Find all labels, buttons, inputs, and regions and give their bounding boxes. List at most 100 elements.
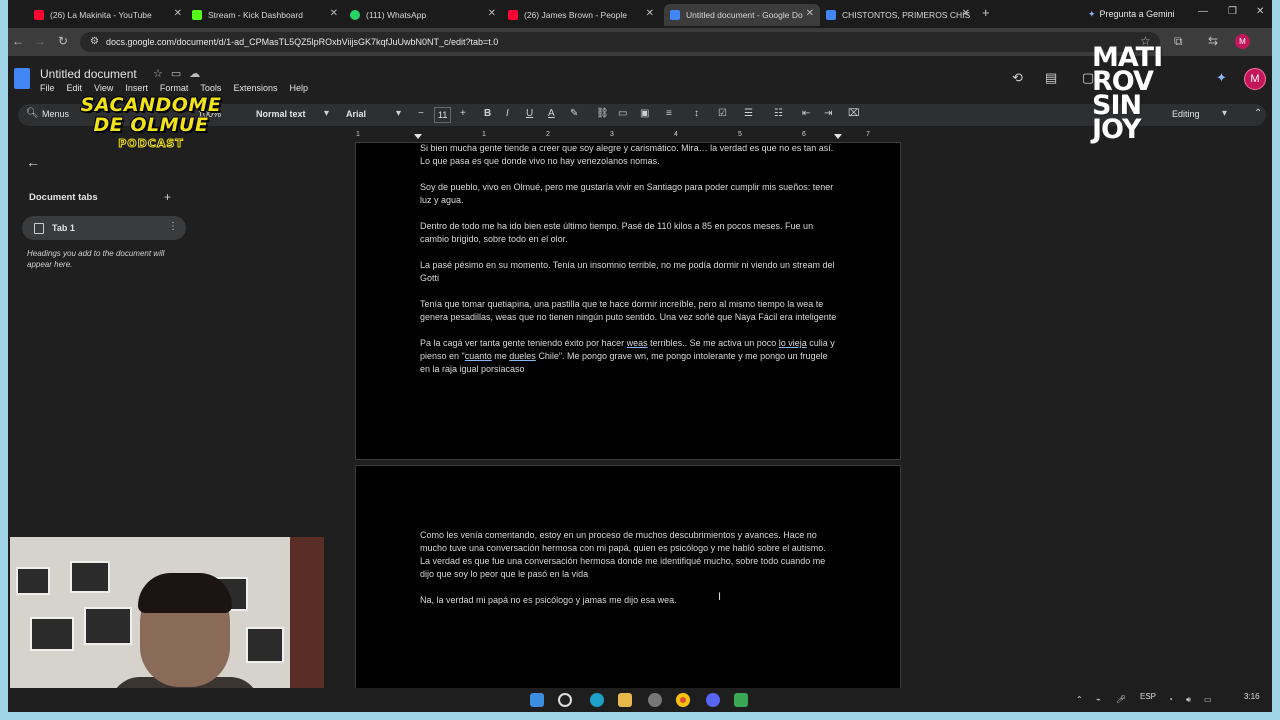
clear-formatting-icon[interactable]: ⌧: [848, 108, 860, 119]
search-menus-icon[interactable]: 🔍︎: [26, 108, 39, 119]
wifi-icon[interactable]: ◔: [1168, 695, 1173, 704]
collapse-toolbar-icon[interactable]: ⌃: [1254, 108, 1262, 119]
close-icon[interactable]: ✕: [646, 8, 654, 19]
close-icon[interactable]: ✕: [174, 8, 182, 19]
comments-icon[interactable]: ▤: [1045, 70, 1057, 86]
close-icon[interactable]: ✕: [806, 8, 814, 19]
browser-tab-kick[interactable]: Stream - Kick Dashboard ✕: [186, 4, 344, 26]
clock[interactable]: 3:16: [1244, 692, 1260, 701]
menu-tools[interactable]: Tools: [200, 83, 221, 93]
menu-edit[interactable]: Edit: [67, 83, 83, 93]
restore-icon[interactable]: ❐: [1228, 6, 1237, 17]
page-1-body[interactable]: Si bien mucha gente tiende a creer que s…: [420, 142, 838, 389]
line-spacing-icon[interactable]: ↕: [694, 108, 699, 119]
battery-icon[interactable]: ▭: [1204, 695, 1212, 704]
numbered-list-icon[interactable]: ☷: [774, 108, 783, 119]
microphone-icon[interactable]: 🎤︎: [1116, 695, 1126, 704]
menu-insert[interactable]: Insert: [125, 83, 148, 93]
paragraph[interactable]: Si bien mucha gente tiende a creer que s…: [420, 142, 838, 168]
docs-logo-icon[interactable]: [14, 68, 30, 89]
paragraph[interactable]: La pasé pésimo en su momento. Tenía un i…: [420, 259, 838, 285]
cloud-status-icon[interactable]: ☁: [189, 68, 208, 80]
paragraph[interactable]: Pa la cagá ver tanta gente teniendo éxit…: [420, 337, 838, 376]
style-select[interactable]: Normal text: [256, 109, 306, 119]
italic-icon[interactable]: I: [506, 108, 509, 119]
browser-tab-docs[interactable]: Untitled document - Google Do ✕: [664, 4, 820, 26]
menu-view[interactable]: View: [94, 83, 113, 93]
browser-tab-youtube[interactable]: (26) La Makinita - YouTube ✕: [28, 4, 188, 26]
search-icon[interactable]: [558, 693, 572, 707]
spelling-flag[interactable]: cuanto: [465, 351, 492, 361]
gemini-icon[interactable]: ✦: [1216, 70, 1227, 86]
language-indicator[interactable]: ESP: [1140, 692, 1156, 701]
sidebar-item-tab-1[interactable]: Tab 1 ⋮: [22, 216, 186, 240]
paragraph[interactable]: Na, la verdad mi papá no es psicólogo y …: [420, 594, 838, 607]
forward-icon[interactable]: →: [34, 34, 46, 48]
close-icon[interactable]: ✕: [488, 8, 496, 19]
volume-icon[interactable]: 🔊︎: [1186, 695, 1191, 705]
link-icon[interactable]: ⛓: [596, 108, 609, 119]
paragraph[interactable]: Tenía que tomar quetiapina, una pastilla…: [420, 298, 838, 324]
browser-profile-avatar[interactable]: M: [1235, 34, 1250, 49]
version-history-icon[interactable]: ⟲: [1012, 70, 1023, 86]
account-avatar[interactable]: M: [1244, 68, 1266, 90]
site-info-icon[interactable]: ⚙: [90, 36, 99, 47]
menu-file[interactable]: File: [40, 83, 55, 93]
start-icon[interactable]: [530, 693, 544, 707]
close-window-icon[interactable]: ✕: [1256, 6, 1264, 17]
increase-indent-icon[interactable]: ⇥: [824, 108, 832, 119]
settings-icon[interactable]: [648, 693, 662, 707]
increase-font-size-icon[interactable]: +: [460, 108, 466, 119]
text-color-icon[interactable]: A: [548, 108, 555, 119]
chrome-icon[interactable]: [676, 693, 690, 707]
spelling-flag[interactable]: lo vieja: [779, 338, 807, 348]
paragraph[interactable]: Soy de pueblo, vivo en Olmué, pero me gu…: [420, 181, 838, 207]
reload-icon[interactable]: ↻: [58, 34, 68, 48]
chevron-up-icon[interactable]: ⌃: [1076, 695, 1083, 704]
align-icon[interactable]: ≡: [666, 108, 672, 119]
more-options-icon[interactable]: ⋮: [168, 221, 178, 232]
spelling-flag[interactable]: dueles: [509, 351, 536, 361]
bold-icon[interactable]: B: [484, 108, 491, 119]
app-icon[interactable]: [734, 693, 748, 707]
add-tab-button[interactable]: +: [164, 190, 171, 204]
decrease-font-size-icon[interactable]: −: [418, 108, 424, 119]
gemini-button[interactable]: ✦ Pregunta a Gemini: [1080, 5, 1183, 23]
bulleted-list-icon[interactable]: ☰: [744, 108, 753, 119]
paragraph[interactable]: Como les venía comentando, estoy en un p…: [420, 529, 838, 581]
browser-tab-james-brown[interactable]: (26) James Brown - People ✕: [502, 4, 660, 26]
paragraph[interactable]: Dentro de todo me ha ido bien este últim…: [420, 220, 838, 246]
new-tab-button[interactable]: +: [982, 5, 990, 20]
menu-help[interactable]: Help: [289, 83, 308, 93]
file-explorer-icon[interactable]: [618, 693, 632, 707]
left-indent-marker[interactable]: [414, 134, 422, 139]
menus-search[interactable]: Menus: [42, 109, 69, 119]
image-icon[interactable]: ▣: [640, 108, 649, 119]
network-icon[interactable]: ⌁: [1096, 695, 1101, 704]
page-2-body[interactable]: Como les venía comentando, estoy en un p…: [420, 529, 838, 620]
edge-icon[interactable]: [590, 693, 604, 707]
menu-format[interactable]: Format: [160, 83, 189, 93]
underline-icon[interactable]: U: [526, 108, 533, 119]
minimize-icon[interactable]: —: [1198, 6, 1208, 17]
move-folder-icon[interactable]: ▭: [171, 68, 189, 80]
spelling-flag[interactable]: weas: [627, 338, 648, 348]
ruler[interactable]: 1 1 2 3 4 5 6 7: [356, 130, 896, 142]
menu-extensions[interactable]: Extensions: [233, 83, 277, 93]
close-icon[interactable]: ✕: [962, 8, 970, 19]
font-size-input[interactable]: 11: [434, 107, 452, 123]
star-icon[interactable]: ☆: [153, 68, 171, 80]
font-select[interactable]: Arial: [346, 109, 366, 119]
document-page-1[interactable]: Si bien mucha gente tiende a creer que s…: [355, 142, 901, 460]
discord-icon[interactable]: [706, 693, 720, 707]
address-bar[interactable]: docs.google.com/document/d/1-ad_CPMasTL5…: [80, 32, 1160, 52]
close-icon[interactable]: ✕: [330, 8, 338, 19]
browser-tab-chistontos[interactable]: CHISTONTOS, PRIMEROS CHIS ✕: [820, 4, 976, 26]
back-icon[interactable]: ←: [12, 34, 24, 48]
tab-search-icon[interactable]: ⇆: [1208, 34, 1218, 48]
document-title[interactable]: Untitled document: [40, 67, 137, 81]
browser-tab-whatsapp[interactable]: (111) WhatsApp ✕: [344, 4, 502, 26]
decrease-indent-icon[interactable]: ⇤: [802, 108, 810, 119]
back-arrow-icon[interactable]: ←: [26, 154, 40, 170]
comment-icon[interactable]: ▭: [618, 108, 627, 119]
